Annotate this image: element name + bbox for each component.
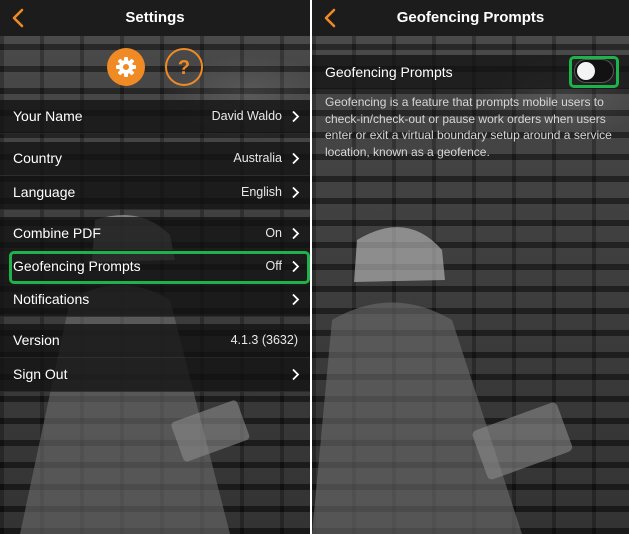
row-combine-pdf[interactable]: Combine PDF On [0,217,310,251]
row-label: Your Name [13,108,83,124]
geofencing-toggle[interactable] [574,59,614,83]
row-notifications[interactable]: Notifications [0,283,310,317]
row-language[interactable]: Language English [0,176,310,210]
row-sign-out[interactable]: Sign Out [0,358,310,392]
gear-icon [116,57,136,77]
page-title: Geofencing Prompts [396,9,545,26]
help-button[interactable]: ? [165,48,203,86]
row-your-name[interactable]: Your Name David Waldo [0,100,310,134]
question-mark-icon: ? [178,57,190,79]
chevron-right-icon [292,152,300,165]
svg-text:?: ? [178,57,190,79]
row-value: Off [265,259,282,273]
row-label: Geofencing Prompts [13,258,141,274]
row-version: Version 4.1.3 (3632) [0,324,310,358]
geofencing-screen: Geofencing Prompts Geofencing Prompts Ge… [312,0,629,534]
page-title: Settings [125,9,185,26]
chevron-right-icon [292,110,300,123]
setting-label: Geofencing Prompts [325,64,453,80]
chevron-right-icon [292,293,300,306]
row-value: On [265,226,282,240]
row-value: David Waldo [211,109,282,123]
row-country[interactable]: Country Australia [0,142,310,176]
row-label: Language [13,184,76,200]
row-label: Country [13,150,63,166]
chevron-right-icon [292,260,300,273]
geofencing-setting-row: Geofencing Prompts [312,55,629,89]
settings-screen: Settings ? Your Name David Waldo Country… [0,0,310,534]
setting-description: Geofencing is a feature that prompts mob… [325,95,612,159]
row-value: Australia [233,151,282,165]
row-value: 4.1.3 (3632) [230,333,298,347]
row-label: Version [13,332,60,348]
settings-icons-row: ? [0,48,310,88]
row-geofencing-prompts[interactable]: Geofencing Prompts Off [0,250,310,284]
chevron-right-icon [292,227,300,240]
chevron-right-icon [292,368,300,381]
row-label: Notifications [13,291,90,307]
row-label: Sign Out [13,366,68,382]
row-value: English [241,185,282,199]
chevron-right-icon [292,186,300,199]
settings-button[interactable] [107,48,145,86]
row-label: Combine PDF [13,225,101,241]
toggle-knob [577,62,595,80]
navigation-bar: Geofencing Prompts [312,0,629,36]
navigation-bar: Settings [0,0,310,36]
